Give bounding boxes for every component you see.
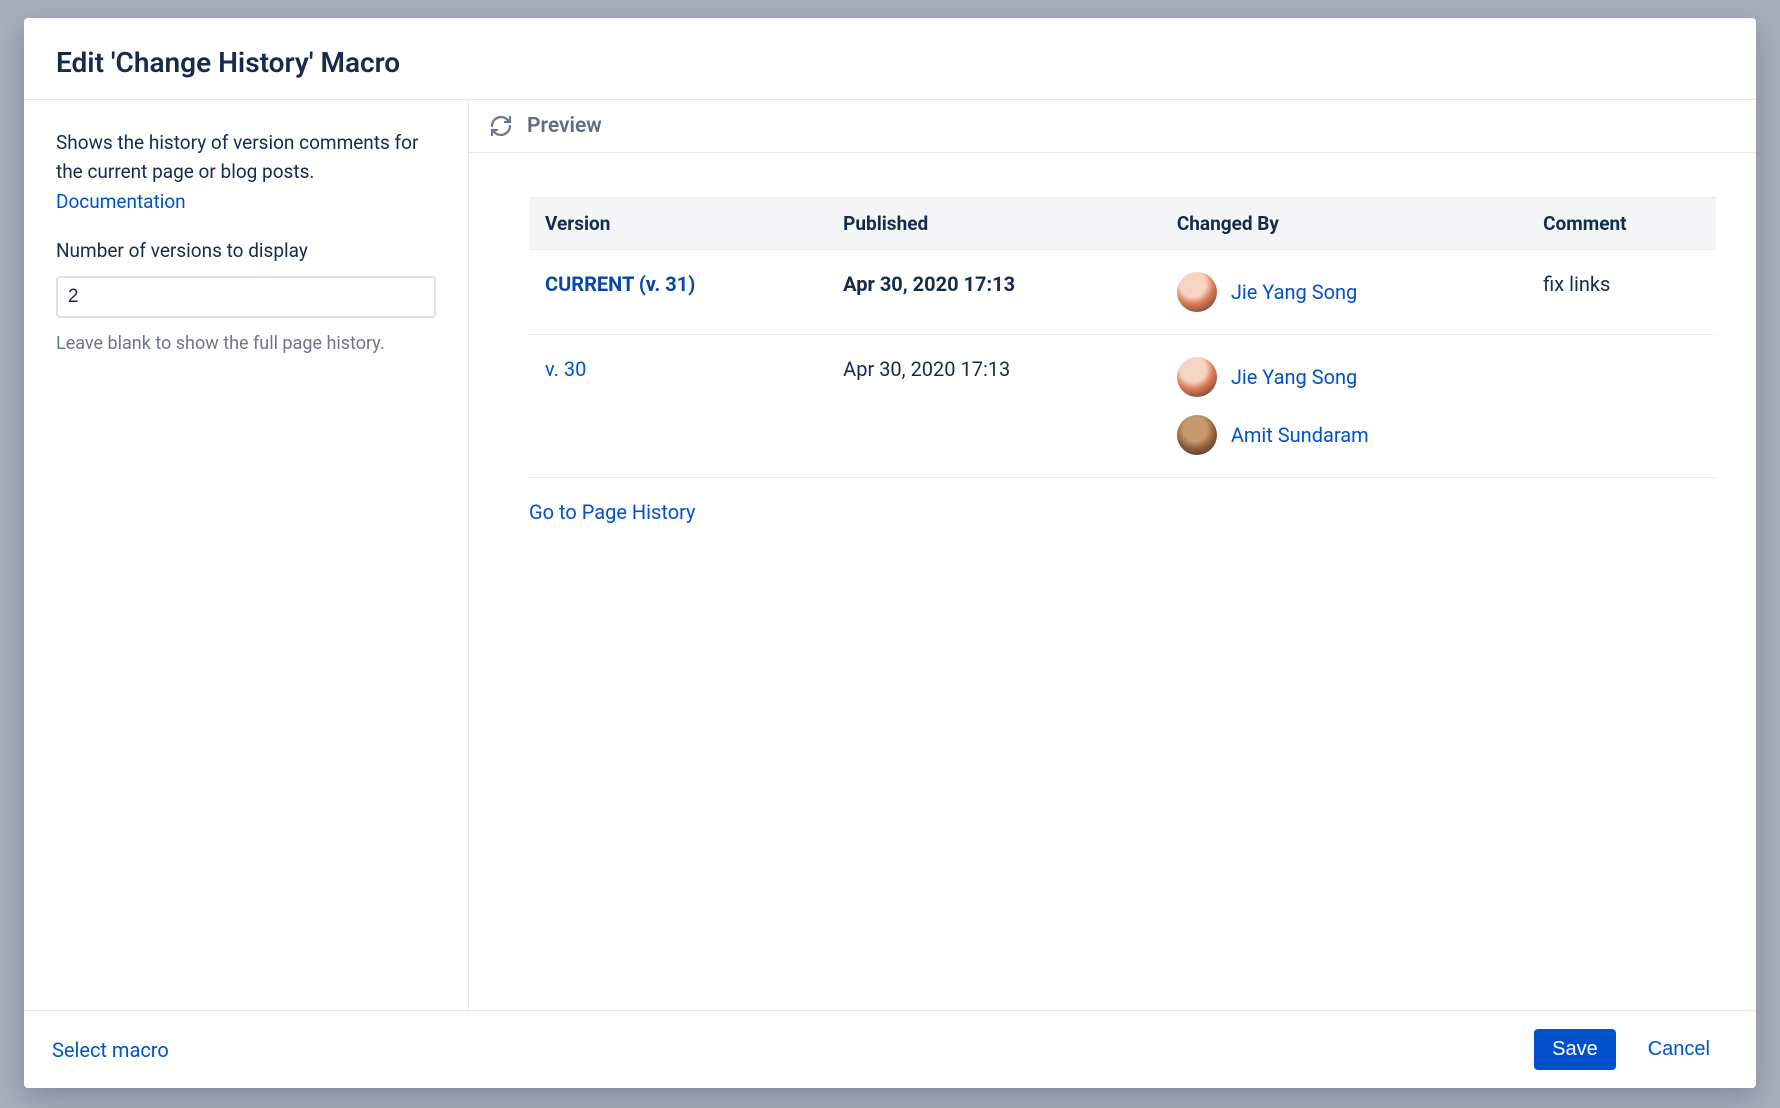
user-link[interactable]: Amit Sundaram <box>1231 422 1369 449</box>
avatar <box>1177 415 1217 455</box>
dialog-body: Shows the history of version comments fo… <box>24 100 1756 1010</box>
config-panel: Shows the history of version comments fo… <box>24 100 469 1010</box>
preview-heading-label: Preview <box>527 114 602 138</box>
col-version: Version <box>529 198 827 250</box>
table-row: CURRENT (v. 31) Apr 30, 2020 17:13 Jie Yan… <box>529 250 1716 335</box>
avatar <box>1177 272 1217 312</box>
macro-editor-dialog: Edit 'Change History' Macro Shows the hi… <box>24 18 1756 1088</box>
cancel-button[interactable]: Cancel <box>1630 1029 1728 1070</box>
user-link[interactable]: Jie Yang Song <box>1231 364 1357 391</box>
macro-description: Shows the history of version comments fo… <box>56 128 436 216</box>
user-row: Jie Yang Song <box>1177 272 1511 312</box>
changedby-cell: Jie Yang Song Amit Sundaram <box>1161 335 1527 478</box>
dialog-title: Edit 'Change History' Macro <box>56 46 1724 79</box>
dialog-header: Edit 'Change History' Macro <box>24 18 1756 100</box>
macro-description-text: Shows the history of version comments fo… <box>56 131 418 183</box>
version-current: CURRENT (v. 31) <box>545 272 695 296</box>
dialog-footer: Select macro Save Cancel <box>24 1010 1756 1088</box>
versions-count-label: Number of versions to display <box>56 236 436 265</box>
col-published: Published <box>827 198 1161 250</box>
refresh-icon[interactable] <box>489 114 513 138</box>
comment-cell <box>1527 335 1716 478</box>
preview-panel: Preview Version Published Changed By Com… <box>469 100 1756 1010</box>
versions-count-input[interactable] <box>56 276 436 318</box>
published-cell: Apr 30, 2020 17:13 <box>827 335 1161 478</box>
history-table: Version Published Changed By Comment CUR… <box>529 197 1716 478</box>
col-comment: Comment <box>1527 198 1716 250</box>
published-cell: Apr 30, 2020 17:13 <box>827 250 1161 335</box>
documentation-link[interactable]: Documentation <box>56 190 186 213</box>
comment-cell: fix links <box>1527 250 1716 335</box>
changedby-cell: Jie Yang Song <box>1161 250 1527 335</box>
user-row: Jie Yang Song <box>1177 357 1511 397</box>
user-row: Amit Sundaram <box>1177 415 1511 455</box>
avatar <box>1177 357 1217 397</box>
go-to-page-history-link[interactable]: Go to Page History <box>529 500 696 524</box>
preview-header: Preview <box>469 100 1756 153</box>
table-row: v. 30 Apr 30, 2020 17:13 Jie Yang Song Amit… <box>529 335 1716 478</box>
save-button[interactable]: Save <box>1534 1029 1616 1070</box>
user-link[interactable]: Jie Yang Song <box>1231 279 1357 306</box>
preview-body: Version Published Changed By Comment CUR… <box>469 153 1756 1010</box>
col-changedby: Changed By <box>1161 198 1527 250</box>
versions-count-help: Leave blank to show the full page histor… <box>56 330 436 358</box>
select-macro-link[interactable]: Select macro <box>52 1038 169 1062</box>
version-link[interactable]: v. 30 <box>545 357 586 381</box>
